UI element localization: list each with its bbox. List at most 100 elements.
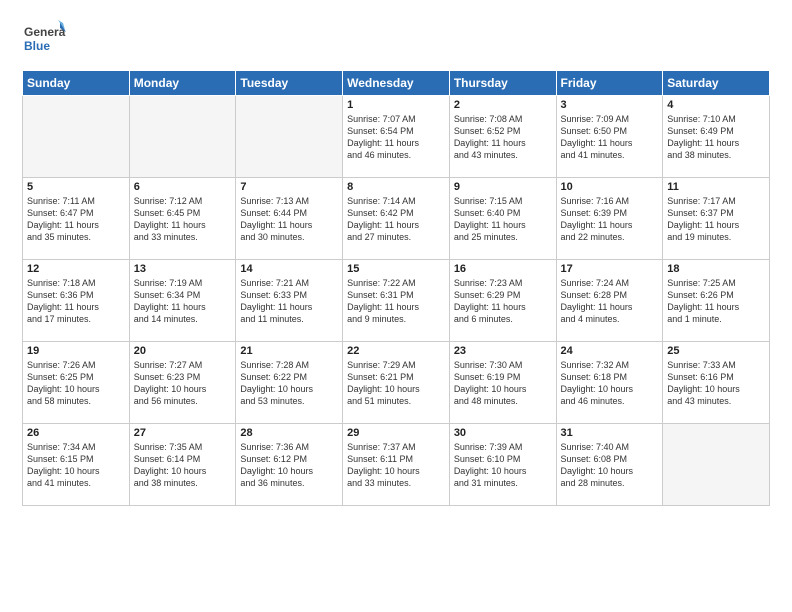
day-info: Sunrise: 7:07 AM Sunset: 6:54 PM Dayligh…	[347, 113, 445, 162]
calendar-cell: 7Sunrise: 7:13 AM Sunset: 6:44 PM Daylig…	[236, 178, 343, 260]
day-number: 24	[561, 345, 659, 357]
day-info: Sunrise: 7:39 AM Sunset: 6:10 PM Dayligh…	[454, 441, 552, 490]
day-number: 10	[561, 181, 659, 193]
calendar: SundayMondayTuesdayWednesdayThursdayFrid…	[22, 70, 770, 506]
day-info: Sunrise: 7:08 AM Sunset: 6:52 PM Dayligh…	[454, 113, 552, 162]
page-header: General Blue	[22, 18, 770, 62]
day-number: 18	[667, 263, 765, 275]
day-number: 29	[347, 427, 445, 439]
weekday-header-tuesday: Tuesday	[236, 71, 343, 96]
day-number: 2	[454, 99, 552, 111]
calendar-cell: 21 Sunrise: 7:28 AM Sunset: 6:22 PM Dayli…	[236, 342, 343, 424]
weekday-header-sunday: Sunday	[23, 71, 130, 96]
day-number: 1	[347, 99, 445, 111]
calendar-cell: 2 Sunrise: 7:08 AM Sunset: 6:52 PM Daylig…	[449, 96, 556, 178]
day-number: 17	[561, 263, 659, 275]
calendar-cell: 23 Sunrise: 7:30 AM Sunset: 6:19 PM Dayli…	[449, 342, 556, 424]
calendar-cell: 4 Sunrise: 7:10 AM Sunset: 6:49 PM Daylig…	[663, 96, 770, 178]
day-number: 31	[561, 427, 659, 439]
calendar-cell: 11Sunrise: 7:17 AM Sunset: 6:37 PM Dayli…	[663, 178, 770, 260]
calendar-cell: 15 Sunrise: 7:22 AM Sunset: 6:31 PM Dayli…	[343, 260, 450, 342]
logo: General Blue	[22, 18, 66, 62]
day-number: 3	[561, 99, 659, 111]
day-info: Sunrise: 7:24 AM Sunset: 6:28 PM Dayligh…	[561, 277, 659, 326]
week-row-1: 5 Sunrise: 7:11 AM Sunset: 6:47 PM Daylig…	[23, 178, 770, 260]
calendar-cell: 10 Sunrise: 7:16 AM Sunset: 6:39 PM Dayli…	[556, 178, 663, 260]
weekday-header-friday: Friday	[556, 71, 663, 96]
day-info: Sunrise: 7:40 AM Sunset: 6:08 PM Dayligh…	[561, 441, 659, 490]
weekday-header-row: SundayMondayTuesdayWednesdayThursdayFrid…	[23, 71, 770, 96]
day-number: 13	[134, 263, 232, 275]
calendar-cell: 27Sunrise: 7:35 AM Sunset: 6:14 PM Dayli…	[129, 424, 236, 506]
day-info: Sunrise: 7:17 AM Sunset: 6:37 PM Dayligh…	[667, 195, 765, 244]
calendar-cell: 18 Sunrise: 7:25 AM Sunset: 6:26 PM Dayli…	[663, 260, 770, 342]
calendar-cell: 30Sunrise: 7:39 AM Sunset: 6:10 PM Dayli…	[449, 424, 556, 506]
day-number: 21	[240, 345, 338, 357]
day-number: 26	[27, 427, 125, 439]
calendar-cell: 12Sunrise: 7:18 AM Sunset: 6:36 PM Dayli…	[23, 260, 130, 342]
calendar-cell: 31 Sunrise: 7:40 AM Sunset: 6:08 PM Dayli…	[556, 424, 663, 506]
day-info: Sunrise: 7:33 AM Sunset: 6:16 PM Dayligh…	[667, 359, 765, 408]
calendar-cell	[236, 96, 343, 178]
day-number: 5	[27, 181, 125, 193]
day-info: Sunrise: 7:12 AM Sunset: 6:45 PM Dayligh…	[134, 195, 232, 244]
week-row-2: 12Sunrise: 7:18 AM Sunset: 6:36 PM Dayli…	[23, 260, 770, 342]
calendar-cell: 1 Sunrise: 7:07 AM Sunset: 6:54 PM Daylig…	[343, 96, 450, 178]
svg-text:General: General	[24, 25, 66, 39]
day-number: 12	[27, 263, 125, 275]
day-info: Sunrise: 7:25 AM Sunset: 6:26 PM Dayligh…	[667, 277, 765, 326]
day-info: Sunrise: 7:19 AM Sunset: 6:34 PM Dayligh…	[134, 277, 232, 326]
calendar-cell: 5 Sunrise: 7:11 AM Sunset: 6:47 PM Daylig…	[23, 178, 130, 260]
day-number: 16	[454, 263, 552, 275]
day-number: 20	[134, 345, 232, 357]
calendar-cell: 16 Sunrise: 7:23 AM Sunset: 6:29 PM Dayli…	[449, 260, 556, 342]
day-number: 25	[667, 345, 765, 357]
calendar-cell: 3 Sunrise: 7:09 AM Sunset: 6:50 PM Daylig…	[556, 96, 663, 178]
day-number: 4	[667, 99, 765, 111]
week-row-4: 26 Sunrise: 7:34 AM Sunset: 6:15 PM Dayli…	[23, 424, 770, 506]
calendar-cell: 26 Sunrise: 7:34 AM Sunset: 6:15 PM Dayli…	[23, 424, 130, 506]
day-info: Sunrise: 7:36 AM Sunset: 6:12 PM Dayligh…	[240, 441, 338, 490]
day-info: Sunrise: 7:16 AM Sunset: 6:39 PM Dayligh…	[561, 195, 659, 244]
day-info: Sunrise: 7:37 AM Sunset: 6:11 PM Dayligh…	[347, 441, 445, 490]
calendar-cell: 13 Sunrise: 7:19 AM Sunset: 6:34 PM Dayli…	[129, 260, 236, 342]
day-info: Sunrise: 7:29 AM Sunset: 6:21 PM Dayligh…	[347, 359, 445, 408]
day-info: Sunrise: 7:21 AM Sunset: 6:33 PM Dayligh…	[240, 277, 338, 326]
calendar-cell	[663, 424, 770, 506]
calendar-cell: 6Sunrise: 7:12 AM Sunset: 6:45 PM Daylig…	[129, 178, 236, 260]
calendar-cell: 28Sunrise: 7:36 AM Sunset: 6:12 PM Dayli…	[236, 424, 343, 506]
calendar-cell: 9Sunrise: 7:15 AM Sunset: 6:40 PM Daylig…	[449, 178, 556, 260]
calendar-cell: 29 Sunrise: 7:37 AM Sunset: 6:11 PM Dayli…	[343, 424, 450, 506]
day-info: Sunrise: 7:34 AM Sunset: 6:15 PM Dayligh…	[27, 441, 125, 490]
week-row-0: 1 Sunrise: 7:07 AM Sunset: 6:54 PM Daylig…	[23, 96, 770, 178]
calendar-cell: 20 Sunrise: 7:27 AM Sunset: 6:23 PM Dayli…	[129, 342, 236, 424]
day-number: 22	[347, 345, 445, 357]
week-row-3: 19Sunrise: 7:26 AM Sunset: 6:25 PM Dayli…	[23, 342, 770, 424]
day-info: Sunrise: 7:11 AM Sunset: 6:47 PM Dayligh…	[27, 195, 125, 244]
calendar-cell: 17 Sunrise: 7:24 AM Sunset: 6:28 PM Dayli…	[556, 260, 663, 342]
calendar-cell: 14 Sunrise: 7:21 AM Sunset: 6:33 PM Dayli…	[236, 260, 343, 342]
calendar-cell: 22 Sunrise: 7:29 AM Sunset: 6:21 PM Dayli…	[343, 342, 450, 424]
day-number: 27	[134, 427, 232, 439]
day-info: Sunrise: 7:32 AM Sunset: 6:18 PM Dayligh…	[561, 359, 659, 408]
day-info: Sunrise: 7:23 AM Sunset: 6:29 PM Dayligh…	[454, 277, 552, 326]
weekday-header-thursday: Thursday	[449, 71, 556, 96]
day-number: 15	[347, 263, 445, 275]
calendar-cell: 19Sunrise: 7:26 AM Sunset: 6:25 PM Dayli…	[23, 342, 130, 424]
day-info: Sunrise: 7:27 AM Sunset: 6:23 PM Dayligh…	[134, 359, 232, 408]
day-info: Sunrise: 7:28 AM Sunset: 6:22 PM Dayligh…	[240, 359, 338, 408]
day-info: Sunrise: 7:09 AM Sunset: 6:50 PM Dayligh…	[561, 113, 659, 162]
day-info: Sunrise: 7:26 AM Sunset: 6:25 PM Dayligh…	[27, 359, 125, 408]
day-info: Sunrise: 7:22 AM Sunset: 6:31 PM Dayligh…	[347, 277, 445, 326]
day-info: Sunrise: 7:15 AM Sunset: 6:40 PM Dayligh…	[454, 195, 552, 244]
day-info: Sunrise: 7:30 AM Sunset: 6:19 PM Dayligh…	[454, 359, 552, 408]
svg-text:Blue: Blue	[24, 39, 50, 53]
day-number: 7	[240, 181, 338, 193]
day-info: Sunrise: 7:10 AM Sunset: 6:49 PM Dayligh…	[667, 113, 765, 162]
calendar-cell: 8Sunrise: 7:14 AM Sunset: 6:42 PM Daylig…	[343, 178, 450, 260]
day-number: 14	[240, 263, 338, 275]
weekday-header-saturday: Saturday	[663, 71, 770, 96]
calendar-cell	[129, 96, 236, 178]
calendar-cell: 25 Sunrise: 7:33 AM Sunset: 6:16 PM Dayli…	[663, 342, 770, 424]
day-number: 23	[454, 345, 552, 357]
